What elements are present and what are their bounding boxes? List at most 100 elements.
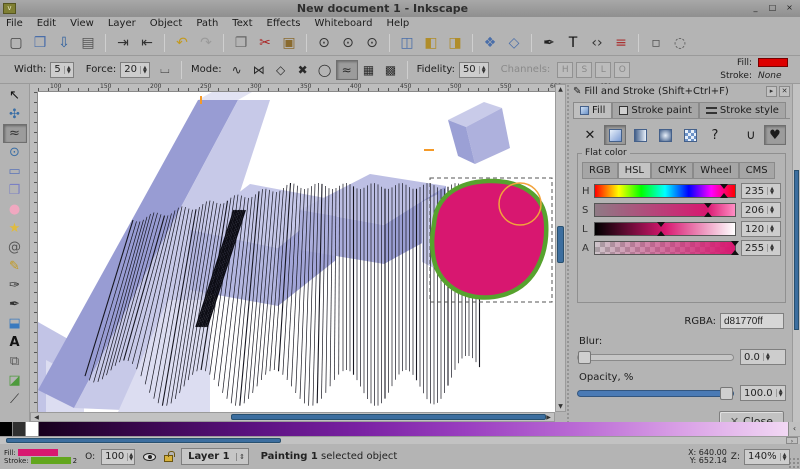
blur-slider[interactable] xyxy=(577,354,734,361)
zoom-selection-icon[interactable]: ⊙ xyxy=(312,32,336,54)
h-slider[interactable] xyxy=(594,184,736,198)
opacity-spinbox[interactable]: 100.0▲▼ xyxy=(740,385,786,401)
force-spinbox[interactable]: 20▲▼ xyxy=(120,62,150,78)
copy-icon[interactable]: ❐ xyxy=(229,32,253,54)
menu-item-path[interactable]: Path xyxy=(196,18,218,29)
menu-item-effects[interactable]: Effects xyxy=(267,18,301,29)
text-tool[interactable]: A xyxy=(3,333,27,352)
window-menu-icon[interactable]: v xyxy=(3,3,16,14)
vertical-scrollbar[interactable]: ▲ ▼ xyxy=(555,84,566,412)
box3d-tool[interactable]: ❒ xyxy=(3,181,27,200)
mode-push-icon[interactable]: ∿ xyxy=(226,60,248,80)
paintbucket-tool[interactable]: ⬓ xyxy=(3,314,27,333)
tool-fill-swatch[interactable] xyxy=(758,58,788,67)
color-tab-cmyk[interactable]: CMYK xyxy=(651,162,693,179)
mode-paint-color-icon[interactable]: ≈ xyxy=(336,60,358,80)
radial-gradient-icon[interactable] xyxy=(654,125,676,145)
zoom-spinbox[interactable]: 140%▲▼ xyxy=(744,449,790,465)
zoom-drawing-icon[interactable]: ⊙ xyxy=(336,32,360,54)
horizontal-scrollbar[interactable]: ◀ ▶ xyxy=(30,412,555,422)
tweaked-path-object[interactable] xyxy=(432,181,546,298)
blur-slider-thumb[interactable] xyxy=(578,351,591,364)
mode-blur-icon[interactable]: ▩ xyxy=(380,60,402,80)
layer-visibility-icon[interactable] xyxy=(143,453,156,461)
text-dialog-icon[interactable]: T xyxy=(561,32,585,54)
align-distribute-icon[interactable]: ≡ xyxy=(609,32,633,54)
layer-dropdown-icon[interactable]: ⇕ xyxy=(236,453,248,461)
open-document-icon[interactable]: ❒ xyxy=(28,32,52,54)
menu-item-edit[interactable]: Edit xyxy=(37,18,56,29)
palette-scroll-right-icon[interactable]: › xyxy=(786,437,798,444)
menu-item-text[interactable]: Text xyxy=(232,18,252,29)
connector-tool[interactable]: ⧉ xyxy=(3,352,27,371)
pattern-icon[interactable] xyxy=(679,125,701,145)
dock-float-icon[interactable]: ▸ xyxy=(766,86,777,97)
color-tab-wheel[interactable]: Wheel xyxy=(693,162,738,179)
a-spinbox[interactable]: 255▲▼ xyxy=(741,240,781,256)
h-spinbox[interactable]: 235▲▼ xyxy=(741,183,781,199)
palette-swatch[interactable] xyxy=(13,422,26,436)
icon-preview-icon[interactable]: ▫ xyxy=(644,32,668,54)
a-slider[interactable] xyxy=(594,241,736,255)
bezier-tool[interactable]: ✑ xyxy=(3,276,27,295)
find-icon[interactable]: ◌ xyxy=(668,32,692,54)
save-document-icon[interactable]: ⇩ xyxy=(52,32,76,54)
layer-lock-icon[interactable] xyxy=(164,455,173,462)
statusbar-stroke-swatch[interactable] xyxy=(31,457,71,464)
cut-icon[interactable]: ✂ xyxy=(253,32,277,54)
use-pressure-toggle[interactable]: ⌴ xyxy=(154,60,176,80)
star-tool[interactable]: ★ xyxy=(3,219,27,238)
fidelity-spinbox[interactable]: 50▲▼ xyxy=(459,62,489,78)
s-slider[interactable] xyxy=(594,203,736,217)
palette-swatch[interactable] xyxy=(0,422,13,436)
dock-close-icon[interactable]: ✕ xyxy=(779,86,790,97)
mode-shrink-grow-icon[interactable]: ⋈ xyxy=(248,60,270,80)
statusbar-fill-swatch[interactable] xyxy=(18,449,58,456)
layer-selector[interactable]: Layer 1 ⇕ xyxy=(181,448,248,465)
menu-item-layer[interactable]: Layer xyxy=(108,18,136,29)
duplicate-icon[interactable]: ◫ xyxy=(395,32,419,54)
paste-icon[interactable]: ▣ xyxy=(277,32,301,54)
zoom-tool[interactable]: ⊙ xyxy=(3,143,27,162)
horizontal-ruler[interactable]: 100150200250300350400450500550600650 xyxy=(38,84,555,92)
unlink-clone-icon[interactable]: ◨ xyxy=(443,32,467,54)
width-spinbox[interactable]: 5▲▼ xyxy=(50,62,73,78)
calligraphy-tool[interactable]: ✒ xyxy=(3,295,27,314)
hscroll-thumb[interactable] xyxy=(231,414,546,420)
redo-icon[interactable]: ↷ xyxy=(194,32,218,54)
create-clone-icon[interactable]: ◧ xyxy=(419,32,443,54)
node-tool[interactable]: ✣ xyxy=(3,105,27,124)
new-document-icon[interactable]: ▢ xyxy=(4,32,28,54)
menu-item-help[interactable]: Help xyxy=(386,18,409,29)
mode-repel-icon[interactable]: ✖ xyxy=(292,60,314,80)
tab-stroke-style[interactable]: Stroke style xyxy=(699,102,786,118)
linear-gradient-icon[interactable] xyxy=(629,125,651,145)
tab-stroke-paint[interactable]: Stroke paint xyxy=(612,102,699,118)
no-paint-icon[interactable]: ✕ xyxy=(579,125,601,145)
palette-scroll-thumb[interactable] xyxy=(6,438,281,443)
fill-stroke-dialog-icon[interactable]: ✒ xyxy=(537,32,561,54)
l-spinbox[interactable]: 120▲▼ xyxy=(741,221,781,237)
color-tab-hsl[interactable]: HSL xyxy=(618,162,651,179)
ungroup-icon[interactable]: ◇ xyxy=(502,32,526,54)
import-icon[interactable]: ⇥ xyxy=(111,32,135,54)
canvas[interactable] xyxy=(38,92,555,412)
mode-roughen-icon[interactable]: ◯ xyxy=(314,60,336,80)
palette-scroll-left-icon[interactable]: ‹ xyxy=(788,422,800,436)
vscroll-thumb[interactable] xyxy=(557,226,564,263)
l-slider[interactable] xyxy=(594,222,736,236)
selector-tool[interactable]: ↖ xyxy=(3,86,27,105)
dropper-tool[interactable]: ⟋ xyxy=(3,390,27,409)
fill-rule-evenodd-icon[interactable]: ∪ xyxy=(740,125,762,145)
zoom-page-icon[interactable]: ⊙ xyxy=(360,32,384,54)
menu-item-object[interactable]: Object xyxy=(150,18,183,29)
close-button[interactable]: × xyxy=(783,3,796,14)
maximize-button[interactable]: □ xyxy=(766,3,779,14)
scroll-left-icon[interactable]: ◀ xyxy=(32,414,41,421)
scroll-up-icon[interactable]: ▲ xyxy=(556,86,565,93)
scroll-right-icon[interactable]: ▶ xyxy=(544,414,553,421)
color-tab-cms[interactable]: CMS xyxy=(739,162,775,179)
blur-spinbox[interactable]: 0.0▲▼ xyxy=(740,349,786,365)
vertical-ruler[interactable] xyxy=(30,92,38,412)
dock-scrollbar[interactable] xyxy=(792,84,800,422)
